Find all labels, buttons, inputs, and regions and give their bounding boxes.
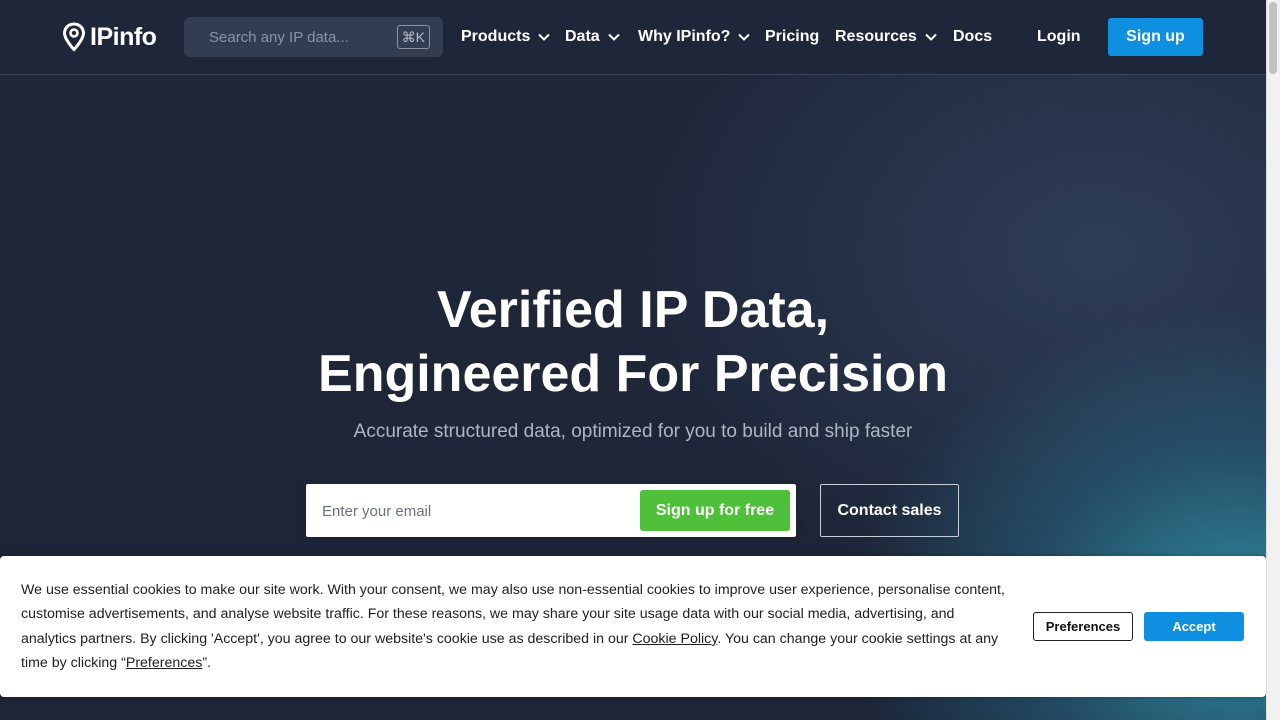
navbar: IPinfo Search any IP data... ⌘K Products…	[0, 0, 1266, 75]
logo[interactable]: IPinfo	[62, 21, 157, 53]
nav-docs[interactable]: Docs	[953, 26, 992, 48]
hero-subtitle: Accurate structured data, optimized for …	[353, 421, 913, 442]
preferences-link[interactable]: Preferences	[126, 655, 203, 671]
email-input[interactable]	[322, 500, 622, 522]
accept-button[interactable]: Accept	[1144, 612, 1244, 641]
signup-free-button[interactable]: Sign up for free	[640, 490, 790, 531]
logo-text: IPinfo	[90, 22, 157, 51]
cookie-text: We use essential cookies to make our sit…	[21, 578, 1011, 676]
search-input[interactable]: Search any IP data... ⌘K	[184, 17, 443, 57]
nav-products[interactable]: Products	[461, 26, 551, 48]
nav-why-ipinfo-label: Why IPinfo?	[638, 28, 731, 45]
cookie-policy-link[interactable]: Cookie Policy	[632, 631, 717, 647]
nav-data[interactable]: Data	[565, 26, 620, 48]
hero-title-line2: Engineered For Precision	[318, 345, 948, 403]
chevron-down-icon	[538, 33, 551, 41]
chevron-down-icon	[738, 33, 751, 41]
login-label: Login	[1037, 28, 1081, 45]
email-signup-form: Sign up for free	[306, 484, 796, 537]
nav-why-ipinfo[interactable]: Why IPinfo?	[638, 26, 751, 48]
cookie-text-end: ”.	[202, 655, 212, 672]
preferences-button[interactable]: Preferences	[1033, 612, 1133, 641]
keyboard-shortcut: ⌘K	[396, 25, 430, 49]
scrollbar-thumb[interactable]	[1269, 2, 1277, 74]
nav-resources-label: Resources	[835, 28, 917, 45]
login-link[interactable]: Login	[1037, 26, 1081, 48]
chevron-down-icon	[925, 33, 937, 41]
nav-resources[interactable]: Resources	[835, 26, 937, 48]
cookie-banner: We use essential cookies to make our sit…	[0, 556, 1266, 697]
nav-pricing-label: Pricing	[765, 28, 820, 45]
scrollbar[interactable]	[1266, 0, 1280, 720]
location-pin-icon	[62, 22, 86, 52]
chevron-down-icon	[607, 33, 620, 41]
nav-products-label: Products	[461, 28, 531, 45]
signup-button[interactable]: Sign up	[1108, 18, 1203, 56]
nav-docs-label: Docs	[953, 28, 993, 45]
contact-sales-button[interactable]: Contact sales	[820, 484, 959, 537]
nav-pricing[interactable]: Pricing	[765, 26, 819, 48]
search-placeholder: Search any IP data...	[209, 28, 349, 46]
hero-title-line1: Verified IP Data,	[436, 281, 830, 339]
nav-data-label: Data	[565, 28, 600, 45]
